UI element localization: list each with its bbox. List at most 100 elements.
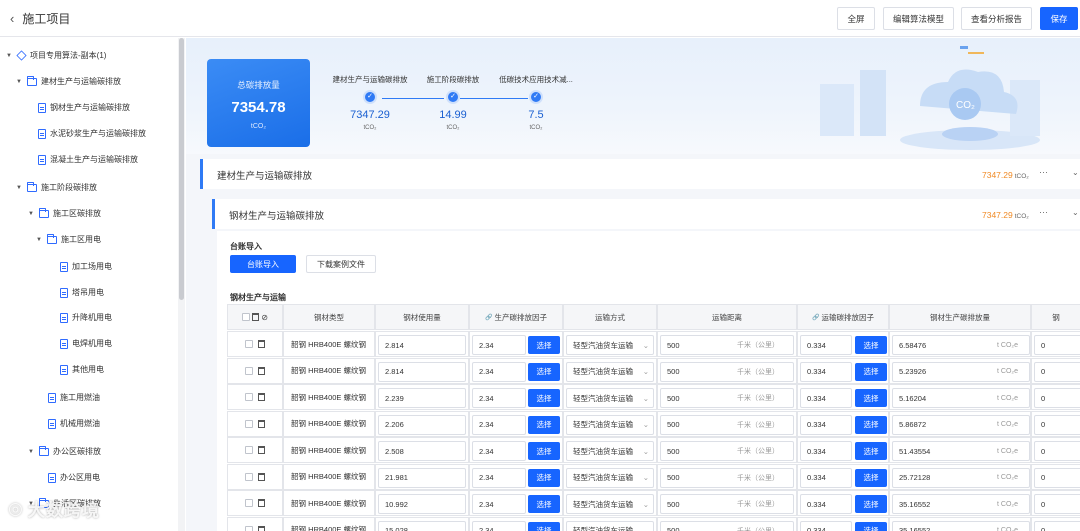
caret-down-icon[interactable]: ▼ <box>6 53 13 59</box>
sidebar-item[interactable]: ▼ 办公区碳排放 <box>28 445 101 457</box>
trash-icon[interactable] <box>257 393 265 401</box>
transport-select[interactable]: 轻型汽油货车运输 ⌄ <box>566 335 654 355</box>
select-prod-factor-button[interactable]: 选择 <box>528 442 560 460</box>
save-button[interactable]: 保存 <box>1040 7 1078 30</box>
transport-select[interactable]: 轻型汽油货车运输 ⌄ <box>566 414 654 435</box>
usage-input[interactable]: 2.239 <box>378 388 466 408</box>
select-trans-factor-button[interactable]: 选择 <box>855 389 887 407</box>
sidebar-item[interactable]: 机械用燃油 <box>48 418 100 429</box>
distance-input[interactable]: 500 千米（公里） <box>660 388 794 408</box>
sidebar-item[interactable]: 其他用电 <box>60 364 104 375</box>
edit-algorithm-button[interactable]: 编辑算法模型 <box>883 7 954 30</box>
chevron-down-icon[interactable]: ⌄ <box>1072 168 1079 177</box>
prod-factor-input[interactable]: 2.34 <box>472 414 526 435</box>
distance-input[interactable]: 500 千米（公里） <box>660 441 794 461</box>
trans-factor-input[interactable]: 0.334 <box>800 520 852 531</box>
trans-factor-input[interactable]: 0.334 <box>800 467 852 488</box>
section-material-transport[interactable]: 建材生产与运输碳排放 7347.29 tCO₂ ··· ⌄ <box>200 159 1080 189</box>
row-checkbox[interactable] <box>245 419 254 428</box>
emission-input[interactable]: 6.58476 t CO₂e <box>892 335 1030 355</box>
trash-icon[interactable] <box>252 313 260 321</box>
select-prod-factor-button[interactable]: 选择 <box>528 389 560 407</box>
select-trans-factor-button[interactable]: 选择 <box>855 521 887 531</box>
sidebar-item[interactable]: 升降机用电 <box>60 312 112 323</box>
caret-down-icon[interactable]: ▼ <box>16 79 23 85</box>
transport-select[interactable]: 轻型汽油货车运输 ⌄ <box>566 441 654 461</box>
select-trans-factor-button[interactable]: 选择 <box>855 415 887 434</box>
section-steel[interactable]: 钢材生产与运输碳排放 7347.29 tCO₂ ··· ⌄ <box>212 199 1080 229</box>
prod-factor-input[interactable]: 2.34 <box>472 467 526 488</box>
sidebar-item[interactable]: ▼ 施工区碳排放 <box>28 207 101 219</box>
trash-icon[interactable] <box>257 340 265 348</box>
extra-input[interactable]: 0 <box>1034 414 1080 435</box>
usage-input[interactable]: 2.508 <box>378 441 466 461</box>
trash-icon[interactable] <box>257 419 265 428</box>
download-sample-button[interactable]: 下载案例文件 <box>306 255 376 273</box>
distance-input[interactable]: 500 千米（公里） <box>660 335 794 355</box>
trash-icon[interactable] <box>257 525 265 531</box>
sidebar-item[interactable]: 混凝土生产与运输碳排放 <box>38 154 138 165</box>
distance-input[interactable]: 500 千米（公里） <box>660 467 794 488</box>
trash-icon[interactable] <box>257 446 265 454</box>
prod-factor-input[interactable]: 2.34 <box>472 388 526 408</box>
sidebar-item[interactable]: ▼ 施工区用电 <box>36 233 101 245</box>
usage-input[interactable]: 21.981 <box>378 467 466 488</box>
row-checkbox[interactable] <box>245 340 254 348</box>
select-trans-factor-button[interactable]: 选择 <box>855 468 887 487</box>
select-trans-factor-button[interactable]: 选择 <box>855 495 887 513</box>
emission-input[interactable]: 25.72128 t CO₂e <box>892 467 1030 488</box>
extra-input[interactable]: 0 <box>1034 520 1080 531</box>
sidebar-item[interactable]: 钢材生产与运输碳排放 <box>38 102 130 113</box>
distance-input[interactable]: 500 千米（公里） <box>660 361 794 382</box>
select-trans-factor-button[interactable]: 选择 <box>855 362 887 381</box>
select-prod-factor-button[interactable]: 选择 <box>528 495 560 513</box>
extra-input[interactable]: 0 <box>1034 361 1080 382</box>
ledger-import-button[interactable]: 台账导入 <box>230 255 296 273</box>
usage-input[interactable]: 2.814 <box>378 335 466 355</box>
prod-factor-input[interactable]: 2.34 <box>472 520 526 531</box>
sidebar-item[interactable]: ▼ 施工阶段碳排放 <box>16 181 97 193</box>
select-prod-factor-button[interactable]: 选择 <box>528 521 560 531</box>
chevron-down-icon[interactable]: ⌄ <box>1072 208 1079 217</box>
row-checkbox[interactable] <box>245 472 254 481</box>
usage-input[interactable]: 2.814 <box>378 361 466 382</box>
select-prod-factor-button[interactable]: 选择 <box>528 336 560 354</box>
emission-input[interactable]: 35.16552 t CO₂e <box>892 520 1030 531</box>
select-all-checkbox[interactable] <box>242 313 251 321</box>
distance-input[interactable]: 500 千米（公里） <box>660 520 794 531</box>
caret-down-icon[interactable]: ▼ <box>36 237 43 243</box>
sidebar-scrollbar[interactable] <box>179 38 184 300</box>
trash-icon[interactable] <box>257 366 265 375</box>
usage-input[interactable]: 10.992 <box>378 494 466 514</box>
trans-factor-input[interactable]: 0.334 <box>800 361 852 382</box>
trash-icon[interactable] <box>257 499 265 507</box>
select-trans-factor-button[interactable]: 选择 <box>855 336 887 354</box>
extra-input[interactable]: 0 <box>1034 388 1080 408</box>
emission-input[interactable]: 5.23926 t CO₂e <box>892 361 1030 382</box>
extra-input[interactable]: 0 <box>1034 467 1080 488</box>
transport-select[interactable]: 轻型汽油货车运输 ⌄ <box>566 361 654 382</box>
extra-input[interactable]: 0 <box>1034 335 1080 355</box>
row-checkbox[interactable] <box>245 499 254 507</box>
trans-factor-input[interactable]: 0.334 <box>800 335 852 355</box>
select-prod-factor-button[interactable]: 选择 <box>528 362 560 381</box>
extra-input[interactable]: 0 <box>1034 494 1080 514</box>
transport-select[interactable]: 轻型汽油货车运输 ⌄ <box>566 388 654 408</box>
prod-factor-input[interactable]: 2.34 <box>472 335 526 355</box>
prod-factor-input[interactable]: 2.34 <box>472 441 526 461</box>
back-button[interactable]: ‹ 施工项目 <box>10 10 70 27</box>
select-prod-factor-button[interactable]: 选择 <box>528 415 560 434</box>
usage-input[interactable]: 15.028 <box>378 520 466 531</box>
row-checkbox[interactable] <box>245 366 254 375</box>
sidebar-item[interactable]: ▼ 项目专用算法-副本(1) <box>6 50 106 61</box>
select-prod-factor-button[interactable]: 选择 <box>528 468 560 487</box>
trans-factor-input[interactable]: 0.334 <box>800 494 852 514</box>
transport-select[interactable]: 轻型汽油货车运输 ⌄ <box>566 494 654 514</box>
row-checkbox[interactable] <box>245 446 254 454</box>
sidebar-item[interactable]: 水泥砂浆生产与运输碳排放 <box>38 128 146 139</box>
sidebar-item[interactable]: 电焊机用电 <box>60 338 112 349</box>
view-report-button[interactable]: 查看分析报告 <box>961 7 1032 30</box>
sidebar-item[interactable]: 加工场用电 <box>60 261 112 272</box>
select-trans-factor-button[interactable]: 选择 <box>855 442 887 460</box>
usage-input[interactable]: 2.206 <box>378 414 466 435</box>
